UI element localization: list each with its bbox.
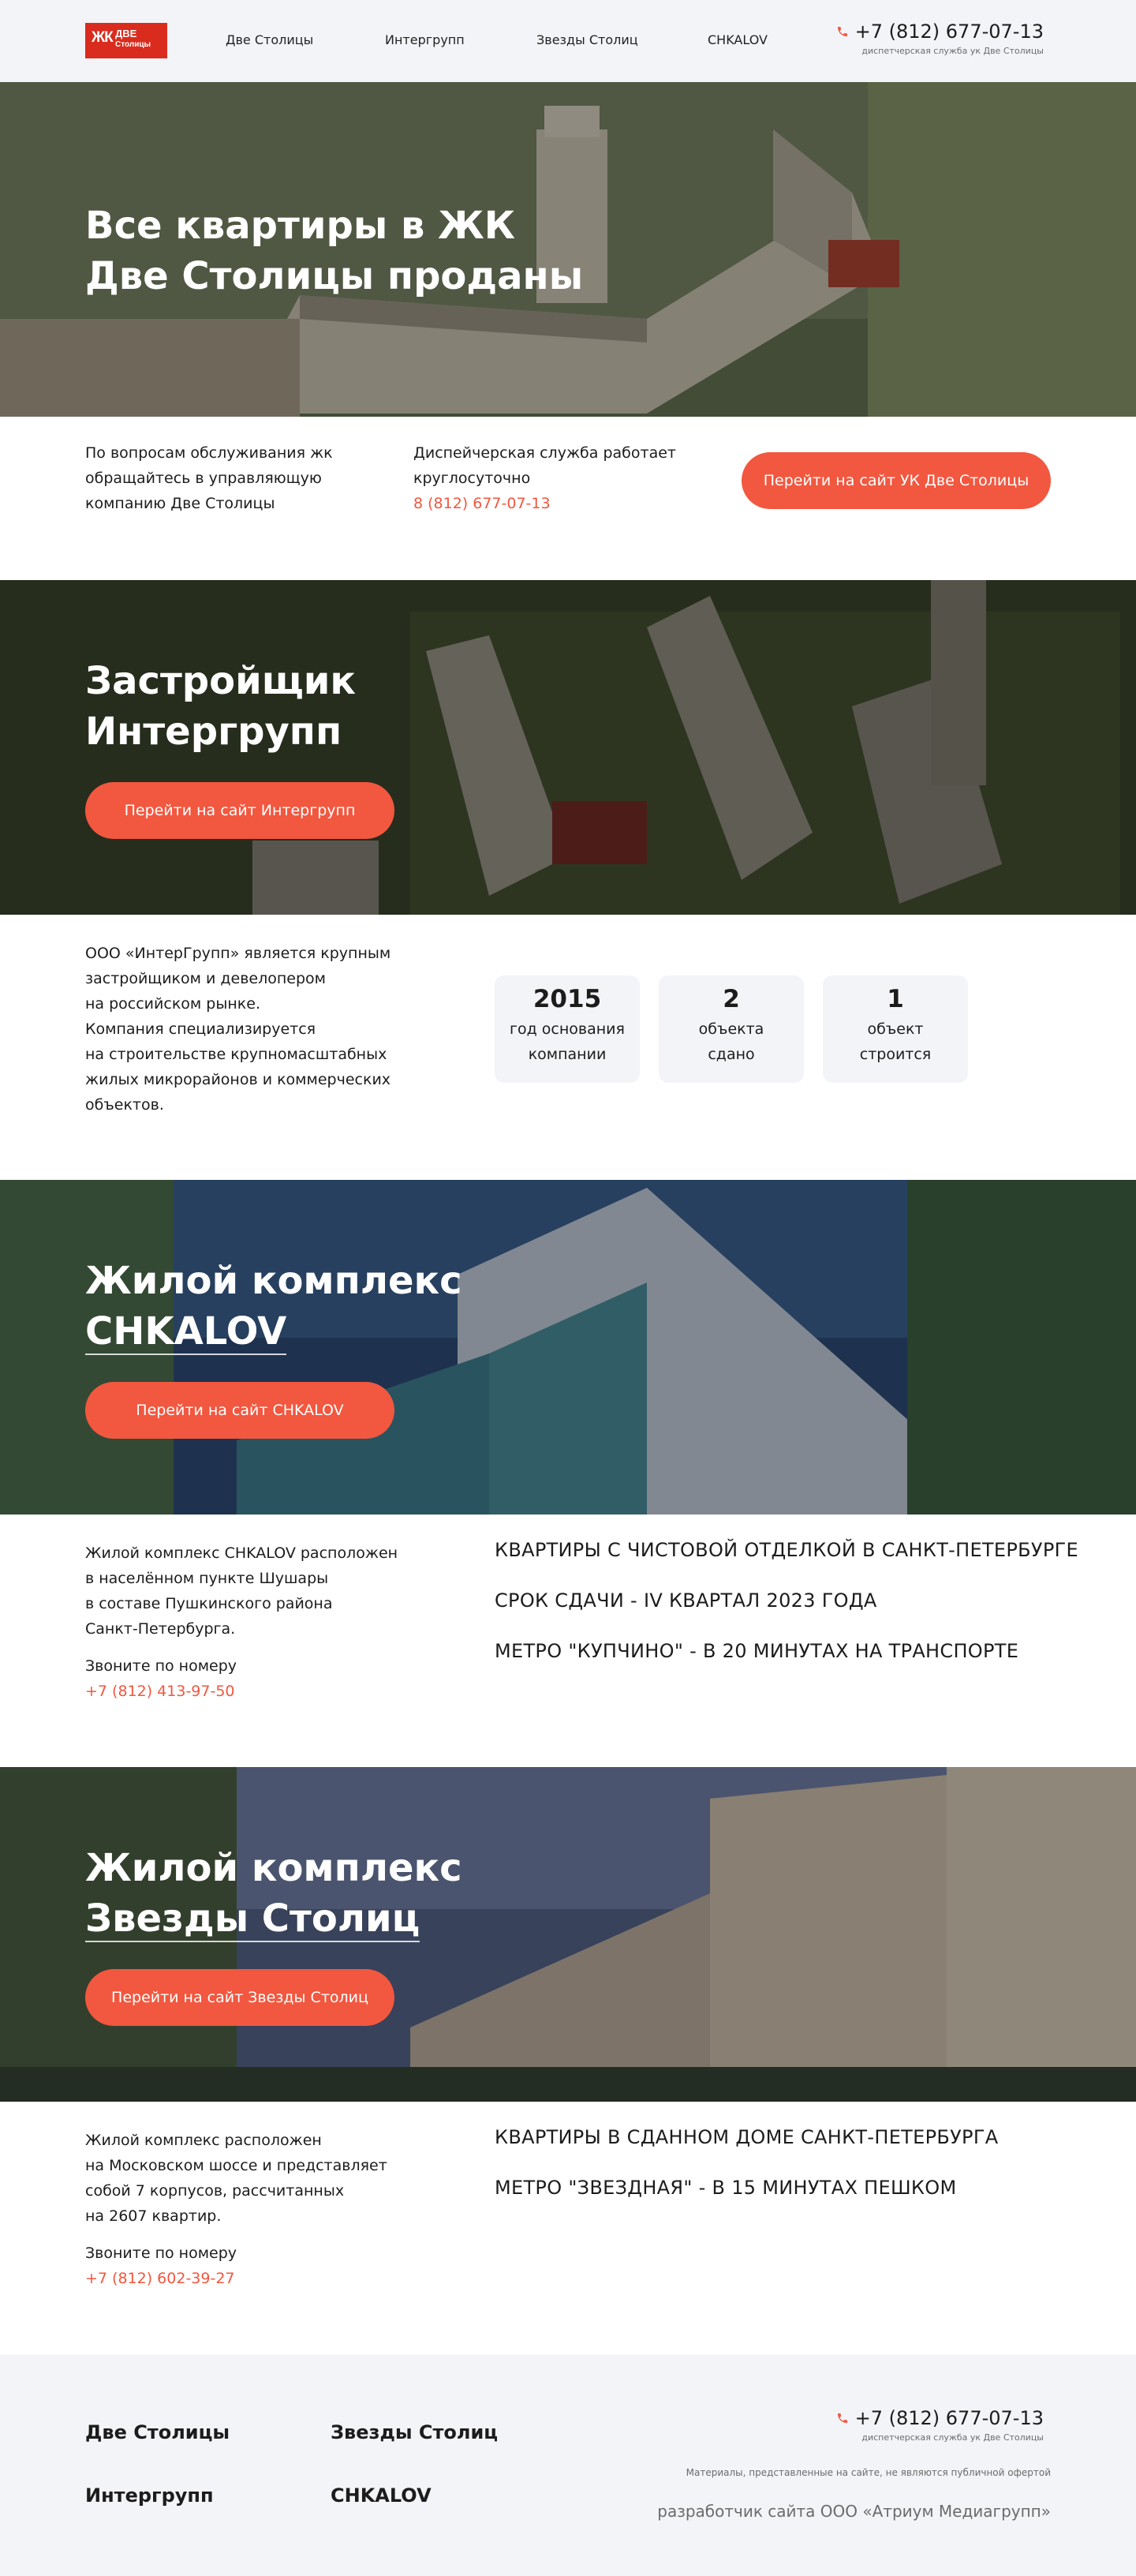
zvezdy-site-button[interactable]: Перейти на сайт Звезды Столиц: [85, 1969, 394, 2026]
footer-link-zvezdy-stolits[interactable]: Звезды Столиц: [331, 2421, 498, 2443]
footer-phone-note: диспетчерская служба ук Две Столицы: [861, 2432, 1044, 2443]
chkalov-about: Жилой комплекс CHKALOV расположен в насе…: [85, 1544, 398, 1638]
nav-link-chkalov[interactable]: CHKALOV: [708, 32, 768, 47]
stat-label: год основания компании: [510, 1020, 625, 1063]
hero-title: Застройщик Интергрупп: [85, 659, 357, 754]
hero-title: Жилой комплекс CHKALOV: [85, 1259, 462, 1355]
footer-link-intergrupp[interactable]: Интергрупп: [85, 2484, 214, 2507]
chkalov-call: Звоните по номеру +7 (812) 413-97-50: [85, 1657, 237, 1700]
nav-link-zvezdy-stolits[interactable]: Звезды Столиц: [536, 32, 638, 47]
footer-link-chkalov[interactable]: CHKALOV: [331, 2484, 432, 2507]
stat-label: объект строится: [859, 1020, 932, 1063]
hero-intergrupp: Застройщик Интергрупп Перейти на сайт Ин…: [0, 580, 1136, 915]
footer-phone-block: +7 (812) 677-07-13 диспетчерская служба …: [836, 2407, 1044, 2443]
stat-value: 2015: [532, 985, 602, 1013]
logo-line2: Столицы: [115, 40, 151, 49]
logo-zk: ЖК: [92, 29, 114, 46]
uk-site-button[interactable]: Перейти на сайт УК Две Столицы: [742, 452, 1051, 509]
hero-dve-stolitsy: Все квартиры в ЖК Две Столицы проданы: [0, 82, 1136, 417]
footer-link-dve-stolitsy[interactable]: Две Столицы: [85, 2421, 230, 2443]
phone-icon: [837, 27, 847, 36]
chkalov-feature: КВАРТИРЫ С ЧИСТОВОЙ ОТДЕЛКОЙ В САНКТ-ПЕТ…: [495, 1539, 1078, 1561]
chkalov-phone[interactable]: +7 (812) 413-97-50: [85, 1683, 235, 1700]
header-phone-note: диспетчерская служба ук Две Столицы: [861, 46, 1044, 56]
nav-link-intergrupp[interactable]: Интергрупп: [385, 32, 465, 47]
zvezdy-about: Жилой комплекс расположен на Московском …: [85, 2132, 387, 2225]
nav-link-dve-stolitsy[interactable]: Две Столицы: [226, 32, 313, 47]
zvezdy-call: Звоните по номеру +7 (812) 602-39-27: [85, 2245, 237, 2287]
stat-value: 1: [887, 985, 904, 1013]
intergrupp-site-button[interactable]: Перейти на сайт Интергрупп: [85, 782, 394, 839]
intergrupp-about: ООО «ИнтерГрупп» является крупным застро…: [85, 945, 391, 1114]
hero-zvezdy-stolits: Жилой комплекс Звезды Столиц Перейти на …: [0, 1767, 1136, 2102]
stat-value: 2: [723, 985, 740, 1013]
logo-line1: ДВЕ: [115, 28, 137, 39]
phone-icon: [837, 2413, 847, 2423]
stat-card-delivered: 2 объекта сдано: [659, 975, 804, 1083]
site-footer: [0, 2355, 1136, 2576]
hero-title: Жилой комплекс Звезды Столиц: [85, 1846, 462, 1942]
header-phone-block: +7 (812) 677-07-13 диспетчерская служба …: [836, 21, 1044, 56]
footer-disclaimer: Материалы, представленные на сайте, не я…: [686, 2467, 1051, 2478]
chkalov-feature: СРОК СДАЧИ - IV КВАРТАЛ 2023 ГОДА: [495, 1589, 877, 1612]
hero-title: Все квартиры в ЖК Две Столицы проданы: [85, 204, 584, 298]
dispatch-text: Диспейчерская служба работает круглосуто…: [413, 444, 676, 512]
stat-label: объекта сдано: [698, 1020, 764, 1063]
chkalov-feature: МЕТРО "КУПЧИНО" - В 20 МИНУТАХ НА ТРАНСП…: [495, 1640, 1019, 1662]
footer-developer[interactable]: разработчик сайта ООО «Атриум Медиагрупп…: [657, 2502, 1051, 2521]
footer-phone[interactable]: +7 (812) 677-07-13: [855, 2407, 1044, 2429]
chkalov-site-button[interactable]: Перейти на сайт CHKALOV: [85, 1382, 394, 1439]
stat-card-founded: 2015 год основания компании: [495, 975, 640, 1083]
site-header: ЖК ДВЕ Столицы Две Столицы Интергрупп Зв…: [0, 0, 1136, 82]
dispatch-phone[interactable]: 8 (812) 677-07-13: [413, 495, 551, 512]
service-text: По вопросам обслуживания жк обращайтесь …: [85, 444, 333, 512]
header-phone[interactable]: +7 (812) 677-07-13: [855, 21, 1044, 43]
zvezdy-feature: МЕТРО "ЗВЕЗДНАЯ" - В 15 МИНУТАХ ПЕШКОМ: [495, 2177, 957, 2199]
zvezdy-feature: КВАРТИРЫ В СДАННОМ ДОМЕ САНКТ-ПЕТЕРБУРГА: [495, 2126, 999, 2148]
zvezdy-phone[interactable]: +7 (812) 602-39-27: [85, 2270, 235, 2287]
stat-card-building: 1 объект строится: [823, 975, 968, 1083]
logo[interactable]: ЖК ДВЕ Столицы: [85, 23, 167, 58]
hero-chkalov: Жилой комплекс CHKALOV Перейти на сайт C…: [0, 1180, 1136, 1515]
